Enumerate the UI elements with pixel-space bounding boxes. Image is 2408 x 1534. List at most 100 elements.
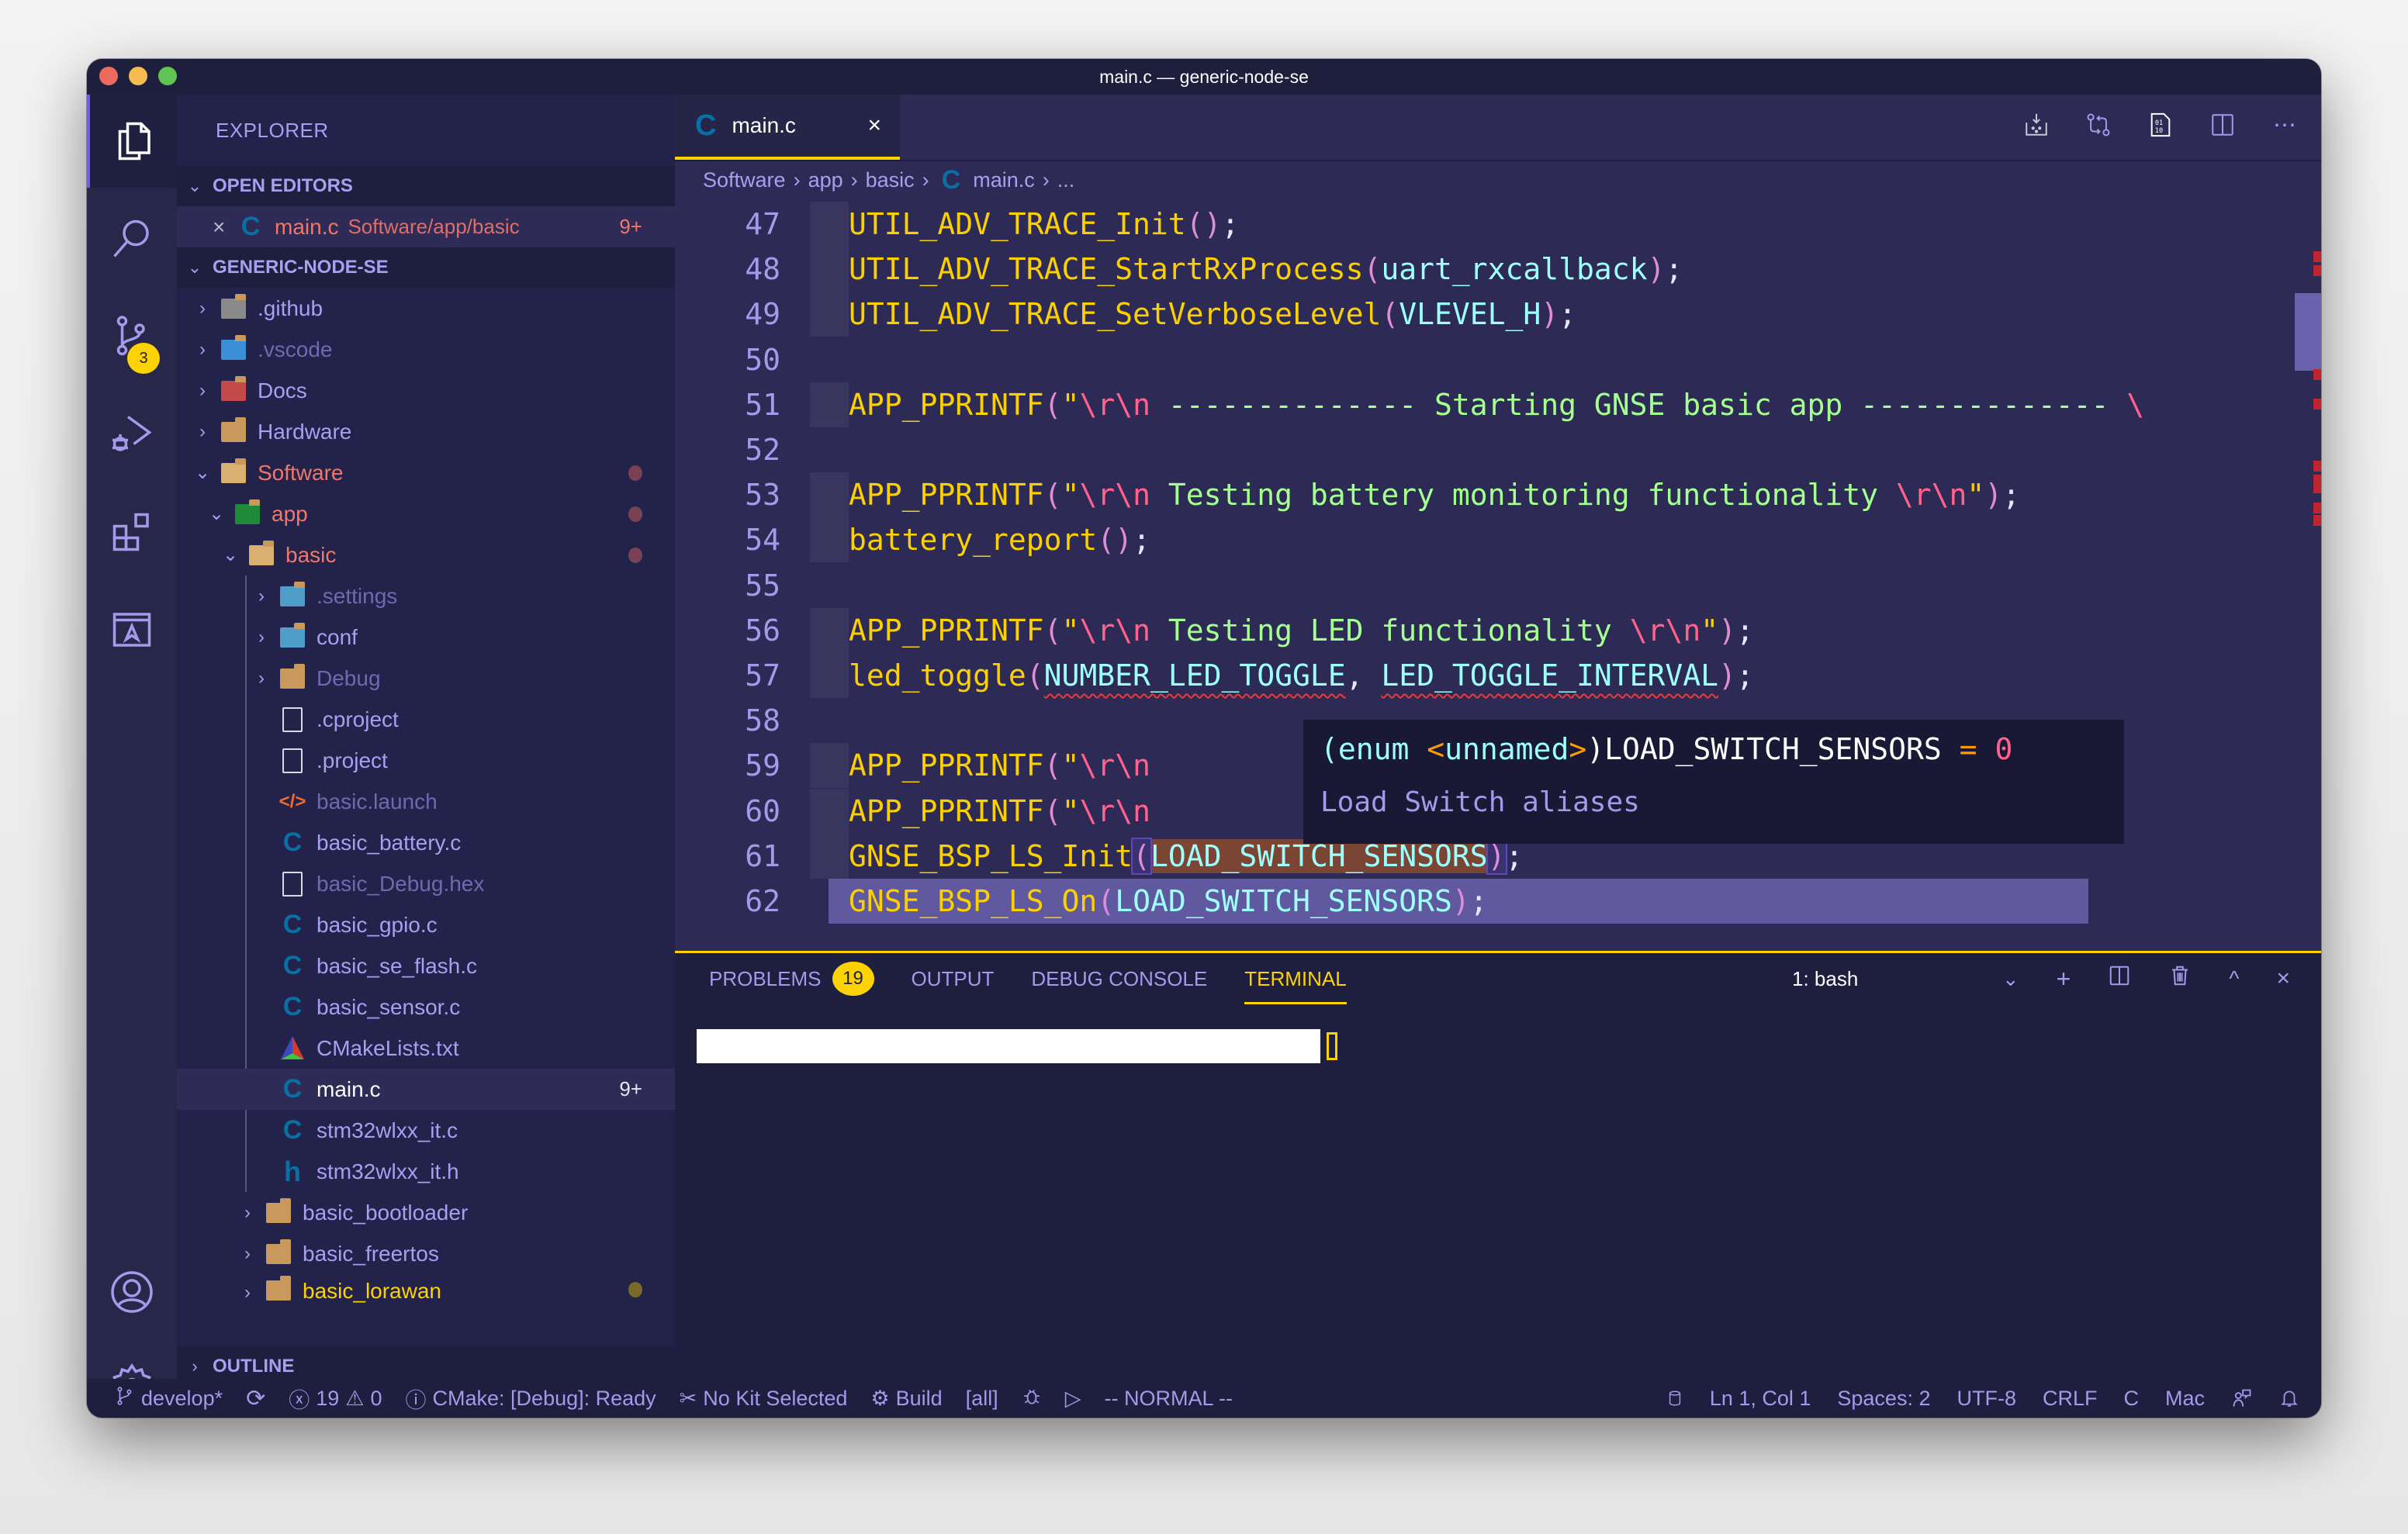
code-line[interactable]: 56 APP_PPRINTF("\r\n Testing LED function… [675, 607, 2321, 653]
platform[interactable]: Mac [2165, 1387, 2205, 1411]
cursor-position[interactable]: Ln 1, Col 1 [1710, 1387, 1811, 1411]
code-line[interactable]: 53 APP_PPRINTF("\r\n Testing battery moni… [675, 472, 2321, 518]
breadcrumb-symbols[interactable]: ... [1057, 168, 1075, 192]
tree-item-cmakelists[interactable]: CMakeLists.txt [177, 1028, 675, 1069]
breadcrumb-app[interactable]: app [808, 168, 843, 192]
tree-item-main-c[interactable]: C main.c 9+ [177, 1069, 675, 1110]
tree-item-app[interactable]: ⌄ app [177, 493, 675, 534]
tree-item-software[interactable]: ⌄ Software [177, 452, 675, 493]
code-line[interactable]: 48 UTIL_ADV_TRACE_StartRxProcess(uart_rxc… [675, 247, 2321, 292]
tree-item-stm32wlxx-it-h[interactable]: h stm32wlxx_it.h [177, 1151, 675, 1192]
language-mode[interactable]: C [2123, 1387, 2139, 1411]
chevron-down-icon[interactable]: ⌄ [2002, 967, 2019, 991]
close-icon[interactable]: × [213, 215, 231, 240]
indent-guide [810, 743, 849, 789]
code-line[interactable]: 51 APP_PPRINTF("\r\n -------------- Start… [675, 382, 2321, 427]
trash-icon[interactable] [2168, 964, 2192, 993]
tree-item-conf[interactable]: › conf [177, 617, 675, 658]
status-sync[interactable]: ⟳ [246, 1385, 265, 1412]
code-editor[interactable]: (enum <unnamed>)LOAD_SWITCH_SENSORS = 0 … [675, 200, 2321, 949]
status-run[interactable]: ▷ [1065, 1387, 1081, 1411]
code-token: GNSE_BSP_LS_On [849, 884, 1098, 918]
tree-item-settings[interactable]: › .settings [177, 575, 675, 617]
activity-explorer[interactable] [87, 95, 177, 188]
tab-terminal[interactable]: TERMINAL [1244, 953, 1348, 1004]
c-file-icon: C [282, 910, 303, 939]
zoom-window-button[interactable] [158, 67, 177, 85]
tree-item-hardware[interactable]: › Hardware [177, 411, 675, 452]
encoding[interactable]: UTF-8 [1956, 1387, 2016, 1411]
status-problems[interactable]: ⓧ 19 ⚠ 0 [289, 1384, 382, 1414]
download-icon[interactable] [2023, 112, 2050, 138]
tree-item-project[interactable]: .project [177, 740, 675, 781]
open-editor-item[interactable]: × C main.c Software/app/basic 9+ [177, 206, 675, 247]
code-line[interactable]: 62 GNSE_BSP_LS_On(LOAD_SWITCH_SENSORS); [745, 879, 2088, 924]
feedback-icon[interactable] [2231, 1387, 2253, 1410]
kit-label: No Kit Selected [703, 1386, 848, 1410]
tree-item-basic-lorawan[interactable]: › basic_lorawan [177, 1274, 675, 1304]
tree-item-docs[interactable]: › Docs [177, 370, 675, 411]
maximize-panel-icon[interactable]: ^ [2229, 966, 2239, 991]
plus-icon[interactable]: + [2057, 965, 2071, 993]
code-line[interactable]: 47 UTIL_ADV_TRACE_Init(); [675, 202, 2321, 247]
tree-item-cproject[interactable]: .cproject [177, 699, 675, 740]
tree-item-basic-se-flash[interactable]: C basic_se_flash.c [177, 945, 675, 986]
end-of-line[interactable]: CRLF [2043, 1387, 2098, 1411]
tree-item-basic-sensor[interactable]: C basic_sensor.c [177, 986, 675, 1028]
code-token: \r\n [1895, 478, 1967, 513]
activity-run-debug[interactable] [87, 388, 177, 481]
tree-item-github[interactable]: › .github [177, 288, 675, 329]
split-editor-icon[interactable] [2209, 112, 2236, 138]
tree-item-basic-launch[interactable]: </> basic.launch [177, 781, 675, 822]
code-token: , [1345, 658, 1382, 693]
tree-item-basic-debug-hex[interactable]: basic_Debug.hex [177, 863, 675, 904]
activity-accounts[interactable] [87, 1246, 177, 1339]
tab-close-button[interactable]: × [867, 112, 881, 139]
split-terminal-icon[interactable] [2108, 964, 2131, 993]
tree-item-basic-battery[interactable]: C basic_battery.c [177, 822, 675, 863]
tree-item-vscode[interactable]: › .vscode [177, 329, 675, 370]
activity-extensions[interactable] [87, 485, 177, 579]
code-line[interactable]: 57 led_toggle(NUMBER_LED_TOGGLE, LED_TOGG… [675, 653, 2321, 698]
breadcrumb-software[interactable]: Software [703, 168, 786, 192]
status-cmake[interactable]: ⓘ CMake: [Debug]: Ready [406, 1384, 656, 1414]
terminal-selector[interactable]: 1: bash [1792, 953, 1858, 1004]
code-line[interactable]: 49 UTIL_ADV_TRACE_SetVerboseLevel(VLEVEL_… [675, 292, 2321, 337]
activity-remote-explorer[interactable] [87, 583, 177, 676]
tab-debug-console[interactable]: DEBUG CONSOLE [1031, 953, 1207, 1004]
tab-output[interactable]: OUTPUT [912, 953, 995, 1004]
code-line[interactable]: 54 battery_report(); [675, 517, 2321, 563]
workspace-section[interactable]: ⌄ GENERIC-NODE-SE [177, 247, 675, 288]
code-line[interactable]: 55 [675, 563, 2321, 608]
breadcrumb-file[interactable]: main.c [973, 168, 1035, 192]
code-line[interactable]: 52 [675, 427, 2321, 472]
tree-item-basic-gpio[interactable]: C basic_gpio.c [177, 904, 675, 945]
status-branch[interactable]: develop* [115, 1384, 223, 1413]
status-debug[interactable] [1022, 1384, 1042, 1413]
close-window-button[interactable] [99, 67, 118, 85]
tree-item-basic[interactable]: ⌄ basic [177, 534, 675, 575]
database-icon[interactable] [1666, 1387, 1683, 1410]
more-icon[interactable]: ⋯ [2271, 112, 2298, 138]
breadcrumb-basic[interactable]: basic [866, 168, 915, 192]
binary-file-icon[interactable]: 01 10 [2147, 112, 2174, 138]
indentation[interactable]: Spaces: 2 [1837, 1387, 1930, 1411]
minimize-window-button[interactable] [129, 67, 147, 85]
code-line[interactable]: 50 [675, 337, 2321, 382]
close-icon[interactable]: × [2276, 966, 2290, 992]
tab-main-c[interactable]: C main.c × [675, 95, 900, 160]
activity-source-control[interactable]: 3 [87, 290, 177, 383]
terminal[interactable] [675, 1004, 2321, 1377]
status-kit[interactable]: ✂ No Kit Selected [680, 1387, 848, 1411]
tree-item-basic-bootloader[interactable]: › basic_bootloader [177, 1192, 675, 1233]
tree-item-basic-freertos[interactable]: › basic_freertos [177, 1233, 675, 1274]
status-build[interactable]: ⚙ Build [870, 1387, 942, 1411]
tree-item-debug[interactable]: › Debug [177, 658, 675, 699]
bell-icon[interactable] [2279, 1387, 2299, 1410]
compare-changes-icon[interactable] [2085, 112, 2112, 138]
open-editors-section[interactable]: ⌄ OPEN EDITORS [177, 166, 675, 206]
tree-item-stm32wlxx-it-c[interactable]: C stm32wlxx_it.c [177, 1110, 675, 1151]
activity-search[interactable] [87, 192, 177, 285]
tab-problems[interactable]: PROBLEMS 19 [709, 953, 874, 1004]
status-target[interactable]: [all] [966, 1387, 998, 1411]
